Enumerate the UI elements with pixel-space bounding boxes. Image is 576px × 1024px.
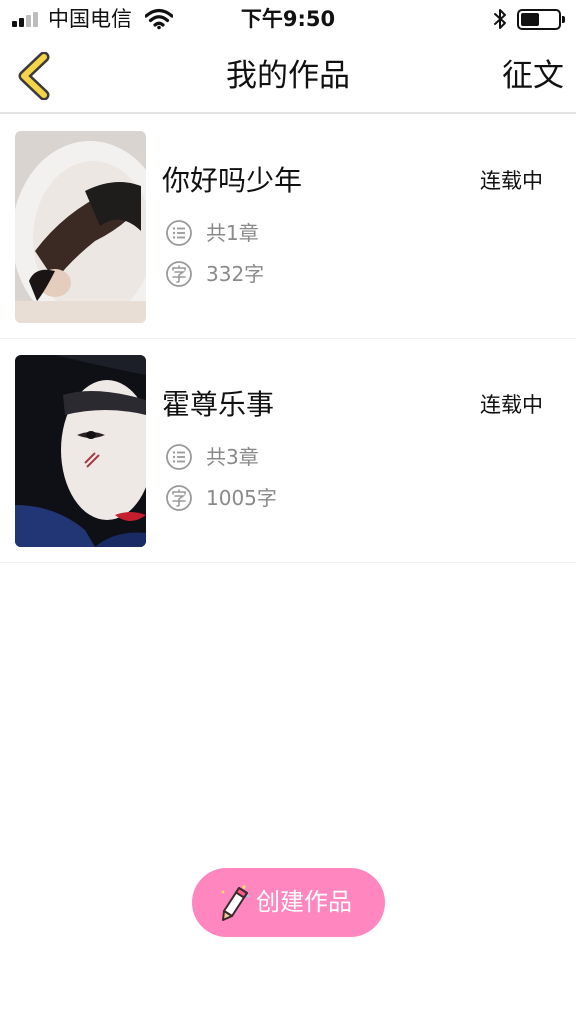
page-title: 我的作品 (226, 58, 350, 94)
work-title: 霍尊乐事 (162, 388, 275, 421)
work-title: 你好吗少年 (162, 164, 303, 197)
work-status-badge: 连载中 (480, 169, 543, 193)
chapter-count: 共3章 (206, 445, 259, 469)
status-time: 下午9:50 (240, 7, 336, 31)
chapter-list-icon (166, 220, 192, 246)
battery-icon (517, 9, 565, 30)
word-count-icon (166, 261, 192, 287)
work-cover-image (15, 355, 146, 547)
word-count: 332字 (206, 262, 265, 286)
word-count: 1005字 (206, 486, 277, 510)
word-count-icon (166, 485, 192, 511)
nav-bar: 我的作品 征文 (0, 38, 576, 114)
work-cover-image (15, 131, 146, 323)
pencil-icon (221, 885, 250, 921)
bluetooth-icon (494, 9, 506, 29)
work-list-item[interactable]: 你好吗少年 连载中 共1章 332字 (0, 115, 576, 339)
chapter-count: 共1章 (206, 221, 259, 245)
status-bar: 中国电信 下午9:50 (0, 0, 576, 38)
work-list-item[interactable]: 霍尊乐事 连载中 共3章 1005字 (0, 339, 576, 563)
create-work-label: 创建作品 (256, 888, 352, 916)
battery-level (521, 13, 539, 26)
essay-contest-link[interactable]: 征文 (502, 56, 564, 96)
create-work-button[interactable]: 创建作品 (192, 868, 385, 937)
work-status-badge: 连载中 (480, 393, 543, 417)
chapter-list-icon (166, 444, 192, 470)
